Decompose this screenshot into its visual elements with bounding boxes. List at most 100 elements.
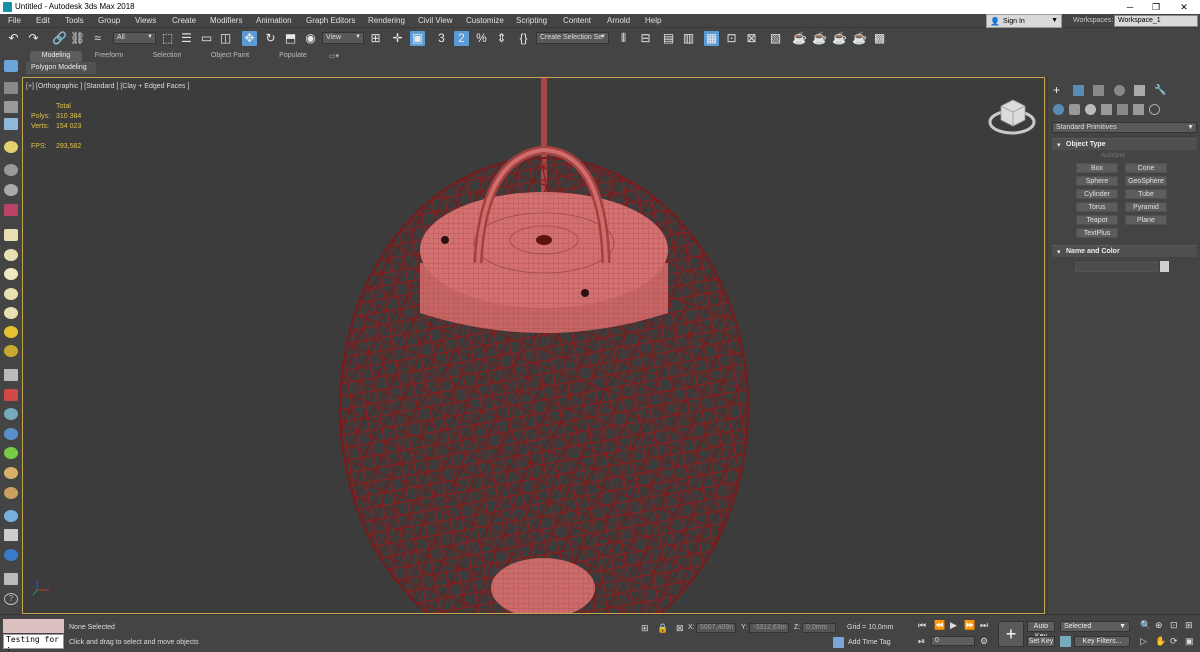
display-icon[interactable] [4,549,18,561]
snaps-toggle[interactable]: 3 [434,31,449,46]
link-icon[interactable]: 🔗 [52,31,67,46]
layer-icon[interactable] [4,101,18,113]
time-tag-icon[interactable] [833,637,844,648]
cameras-icon[interactable] [1101,104,1112,115]
cone-obj-icon[interactable] [4,307,18,319]
display-panel-icon[interactable] [1134,85,1145,96]
bone-icon[interactable] [4,204,18,216]
tab-object-paint[interactable]: Object Paint [202,51,258,62]
pyramid-button[interactable]: Pyramid [1125,202,1167,212]
zoom-all-icon[interactable]: ⊕ [1155,620,1163,631]
maxscript-listener-output[interactable] [3,619,64,633]
workspace-dropdown[interactable]: Workspace_1 [1114,15,1198,27]
menu-animation[interactable]: Animation [256,16,292,25]
pivot-center-icon[interactable]: ⊞ [368,31,383,46]
help-icon[interactable]: ? [4,593,18,605]
viewcube[interactable] [988,99,1036,135]
autogrid-checkbox[interactable]: AutoGrid [1101,153,1125,159]
sun-icon[interactable] [4,326,18,338]
window-crossing-icon[interactable]: ◫ [218,31,233,46]
utilities-panel-icon[interactable]: 🔧 [1154,85,1166,96]
minimize-button[interactable]: ─ [1118,1,1142,13]
globe-icon[interactable] [4,428,18,440]
goto-end-icon[interactable]: ⏭ [980,620,988,631]
menu-file[interactable]: File [8,16,21,25]
sign-in-dropdown[interactable]: 👤 Sign In ▼ [986,14,1062,28]
name-and-color-rollout[interactable]: ▾ Name and Color [1052,245,1197,257]
select-object-icon[interactable]: ⬚ [160,31,175,46]
zoom-extents-icon[interactable]: ⊡ [1170,620,1178,631]
y-coord-field[interactable]: -3312,63m [749,623,789,633]
render-production-icon[interactable]: ☕ [812,31,827,46]
align-icon[interactable]: ⊟ [638,31,653,46]
textplus-button[interactable]: TextPlus [1076,228,1118,238]
menu-tools[interactable]: Tools [65,16,84,25]
rotate-icon[interactable]: ↻ [263,31,278,46]
modify-panel-icon[interactable] [1073,85,1084,96]
unlink-icon[interactable]: ⛓ [70,31,85,46]
render-sphere-icon[interactable] [4,510,18,522]
grid-icon[interactable] [4,369,18,381]
menu-views[interactable]: Views [135,16,156,25]
sphere-obj-icon[interactable] [4,268,18,280]
undo-icon[interactable]: ↶ [6,31,21,46]
layer-explorer-icon[interactable]: ▤ [661,31,676,46]
manipulate-icon[interactable]: ✛ [390,31,405,46]
create-panel-icon[interactable]: + [1053,84,1064,96]
render-iterative-icon[interactable]: ☕ [832,31,847,46]
helpers-icon[interactable] [1117,104,1128,115]
material-editor-icon[interactable]: ⊠ [744,31,759,46]
key-filter-icon[interactable] [1060,636,1071,647]
menu-content[interactable]: Content [563,16,591,25]
tab-populate[interactable]: Populate [270,51,316,62]
create-tool-icon[interactable] [4,60,18,72]
teapot-button[interactable]: Teapot [1076,215,1118,225]
shapes-icon[interactable] [1069,104,1080,115]
viewport-orthographic[interactable]: [+] [Orthographic ] [Standard ] [Clay + … [22,77,1045,614]
motion-panel-icon[interactable] [1114,85,1125,96]
key-selection-dropdown[interactable]: Selected ▼ [1060,621,1130,632]
edit-named-selection-icon[interactable]: {} [516,31,531,46]
redo-icon[interactable]: ↷ [26,31,41,46]
plane-button[interactable]: Plane [1125,215,1167,225]
render-options-icon[interactable]: ▩ [872,31,887,46]
toggle-ribbon-icon[interactable]: ▥ [681,31,696,46]
object-type-rollout[interactable]: ▾ Object Type [1052,138,1197,150]
scene-explorer-icon[interactable] [4,82,18,94]
menu-arnold[interactable]: Arnold [607,16,630,25]
percent-snap-icon[interactable]: % [474,31,489,46]
cone-button[interactable]: Cone [1125,163,1167,173]
hemisphere-icon[interactable] [4,249,18,261]
box-button[interactable]: Box [1076,163,1118,173]
goto-start-icon[interactable]: ⏮ [918,620,926,631]
key-filters-button[interactable]: Key Filters... [1074,636,1130,647]
systems-icon[interactable] [1149,104,1160,115]
tube-button[interactable]: Tube [1125,189,1167,199]
spacewarps-icon[interactable] [1133,104,1144,115]
object-props-icon[interactable] [4,529,18,541]
paint-icon[interactable] [4,467,18,479]
container-icon[interactable] [4,118,18,130]
foliage-icon[interactable] [4,447,18,459]
menu-rendering[interactable]: Rendering [368,16,405,25]
maximize-viewport-icon[interactable]: ▣ [1185,636,1194,647]
time-config-icon[interactable]: ⚙ [980,636,988,647]
object-color-swatch[interactable] [1160,261,1169,272]
primitive-type-dropdown[interactable]: Standard Primitives ▼ [1052,122,1197,133]
restore-button[interactable]: ❐ [1144,1,1168,13]
add-time-tag[interactable]: Add Time Tag [848,639,891,646]
current-frame-field[interactable]: 0 [931,636,975,646]
sphere-button[interactable]: Sphere [1076,176,1118,186]
tab-freeform[interactable]: Freeform [86,51,132,62]
tab-modeling[interactable]: Modeling [30,51,82,62]
menu-group[interactable]: Group [98,16,120,25]
render-online-icon[interactable]: ☕ [852,31,867,46]
ribbon-options-icon[interactable]: ▭▾ [324,51,344,62]
spinner-snap-icon[interactable]: ⇕ [494,31,509,46]
schematic-view-icon[interactable]: ⊡ [724,31,739,46]
viewport-label[interactable]: [+] [Orthographic ] [Standard ] [Clay + … [26,83,189,90]
ribbon-panel-polygon-modeling[interactable]: Polygon Modeling [26,62,96,74]
menu-scripting[interactable]: Scripting [516,16,547,25]
zoom-extents-all-icon[interactable]: ⊞ [1185,620,1193,631]
lock-icon[interactable]: 🔒 [657,623,668,634]
